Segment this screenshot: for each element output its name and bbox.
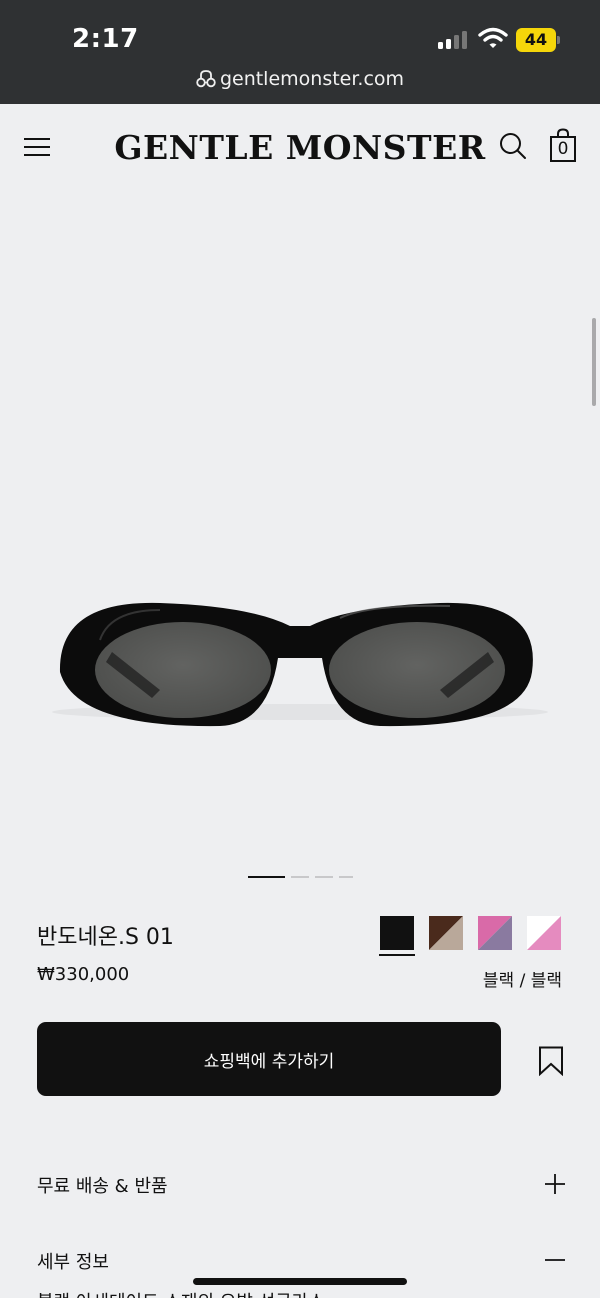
add-to-bag-button[interactable]: 쇼핑백에 추가하기: [37, 1022, 501, 1096]
product-name: 반도네온.S 01: [37, 925, 174, 950]
product-image-sunglasses[interactable]: [40, 560, 560, 760]
status-time: 2:17: [72, 24, 139, 54]
site-header: GENTLE MONSTER 0: [0, 104, 600, 188]
battery-level: 44: [516, 28, 556, 52]
carousel-dot[interactable]: [339, 876, 353, 878]
shopping-bag-button[interactable]: 0: [549, 128, 577, 162]
plus-icon: [545, 1174, 565, 1194]
accordion-shipping-returns[interactable]: 무료 배송 & 반품: [37, 1164, 565, 1204]
color-swatch-black[interactable]: [380, 916, 414, 950]
bag-count: 0: [557, 139, 569, 159]
page-scrollbar[interactable]: [592, 318, 596, 406]
accordion-label: 무료 배송 & 반품: [37, 1176, 168, 1197]
url-bar[interactable]: gentlemonster.com: [0, 68, 600, 90]
battery-icon: 44: [516, 28, 560, 52]
selected-swatch-underline: [379, 954, 415, 956]
carousel-dot[interactable]: [291, 876, 309, 878]
color-swatch-brown[interactable]: [429, 916, 463, 950]
carousel-dot[interactable]: [315, 876, 333, 878]
search-icon[interactable]: [498, 131, 528, 161]
lock-icon: [196, 70, 216, 88]
wifi-icon: [478, 27, 508, 48]
minus-icon: [545, 1259, 565, 1261]
color-swatch-white-pink[interactable]: [527, 916, 561, 950]
url-text: gentlemonster.com: [219, 68, 405, 90]
accordion-label: 세부 정보: [37, 1252, 109, 1273]
bookmark-icon[interactable]: [538, 1046, 564, 1076]
selected-color-name: 블랙 / 블랙: [482, 971, 562, 991]
cellular-signal-icon: [438, 31, 468, 49]
carousel-dot[interactable]: [248, 876, 285, 878]
color-swatch-pink-purple[interactable]: [478, 916, 512, 950]
accordion-details[interactable]: 세부 정보: [37, 1240, 565, 1280]
product-price: ₩330,000: [37, 964, 130, 985]
home-indicator[interactable]: [193, 1278, 407, 1285]
browser-chrome: 2:17 44 gentlemonster.com: [0, 0, 600, 104]
details-text: 블랙 아세테이트 소재의 오발 선글라스: [37, 1288, 325, 1298]
